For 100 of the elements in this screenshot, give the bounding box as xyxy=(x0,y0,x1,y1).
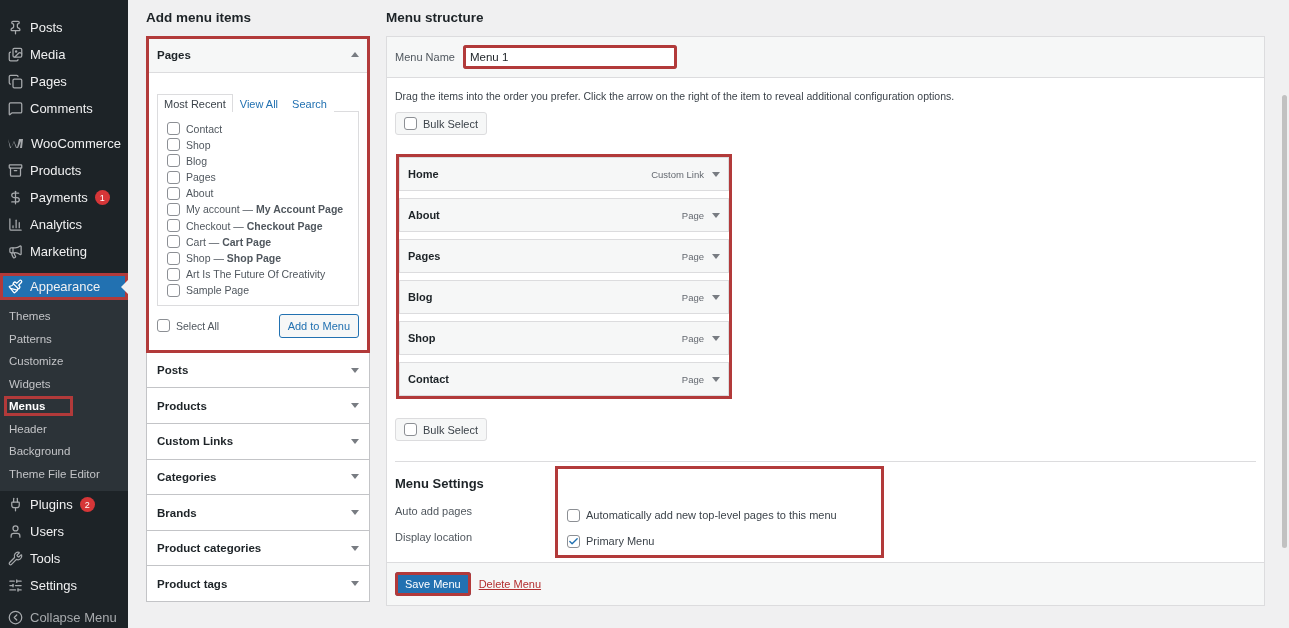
delete-menu-link[interactable]: Delete Menu xyxy=(478,578,542,590)
sidebar-item[interactable]: Pages xyxy=(0,68,128,95)
expand-arrow-icon[interactable] xyxy=(351,545,359,551)
bulk-select-button[interactable]: Bulk Select xyxy=(395,418,488,441)
sidebar-item[interactable]: Comments xyxy=(0,95,128,122)
menu-item-type: Page xyxy=(681,332,704,344)
sidebar-item[interactable]: Analytics xyxy=(0,211,128,238)
section-heading: Menu structure xyxy=(386,10,485,25)
submenu-item[interactable]: Customize xyxy=(9,353,64,370)
page-label: Contact xyxy=(186,122,223,135)
accordion-title[interactable]: Products xyxy=(157,399,207,412)
submenu-item[interactable]: Menus xyxy=(4,396,74,417)
submenu-item[interactable]: Widgets xyxy=(9,375,51,392)
submenu-item[interactable]: Header xyxy=(9,420,47,437)
checkbox[interactable] xyxy=(167,251,180,265)
option-label: Automatically add new top-level pages to this menu xyxy=(586,509,837,521)
checkbox[interactable] xyxy=(167,267,180,281)
checkbox[interactable] xyxy=(167,138,180,152)
checkbox[interactable] xyxy=(567,534,580,548)
sidebar-item[interactable]: Appearance xyxy=(0,273,128,300)
submenu-item[interactable]: Background xyxy=(9,443,71,460)
sidebar-item[interactable]: Tools xyxy=(0,545,128,572)
menu-item[interactable]: Contact Page xyxy=(399,362,729,396)
menu-item[interactable]: Pages Page xyxy=(399,239,729,273)
checkbox[interactable] xyxy=(167,122,180,135)
sidebar-item[interactable]: Products xyxy=(0,157,128,184)
menu-item[interactable]: Blog Page xyxy=(399,280,729,314)
expand-arrow-icon[interactable] xyxy=(351,474,359,480)
sidebar-item[interactable]: Users xyxy=(0,518,128,545)
checkbox[interactable] xyxy=(567,508,580,522)
collapse-menu-button[interactable]: Collapse Menu xyxy=(0,607,128,628)
accordion-title[interactable]: Brands xyxy=(157,506,197,519)
submenu-item[interactable]: Patterns xyxy=(9,330,52,347)
submenu-item[interactable]: Theme File Editor xyxy=(9,465,100,482)
accordion-title[interactable]: Product categories xyxy=(157,542,262,555)
checkbox[interactable] xyxy=(404,423,417,436)
checkbox[interactable] xyxy=(167,202,180,216)
sidebar-item[interactable]: Media xyxy=(0,41,128,68)
speech-bubble-icon xyxy=(8,101,23,116)
page-label: My account — My Account Page xyxy=(186,203,344,216)
menu-item[interactable]: Shop Page xyxy=(399,321,729,355)
expand-arrow-icon[interactable] xyxy=(712,253,720,259)
accordion-title[interactable]: Pages xyxy=(157,48,191,61)
checkbox[interactable] xyxy=(404,117,417,130)
plug-icon xyxy=(8,497,23,512)
expand-arrow-icon[interactable] xyxy=(712,335,720,341)
accordion-title[interactable]: Product tags xyxy=(157,577,228,590)
checkbox[interactable] xyxy=(157,319,170,333)
expand-arrow-icon[interactable] xyxy=(712,171,720,177)
checkbox[interactable] xyxy=(167,186,180,200)
page-label: Sample Page xyxy=(186,284,250,297)
expand-arrow-icon[interactable] xyxy=(712,376,720,382)
menu-item-title: Contact xyxy=(408,373,450,385)
accordion-title[interactable]: Categories xyxy=(157,470,217,483)
menu-name-field[interactable]: Menu 1 xyxy=(462,45,677,69)
sidebar-item[interactable]: Marketing xyxy=(0,238,128,265)
sidebar-item[interactable]: Posts xyxy=(0,14,128,41)
submenu-item[interactable]: Themes xyxy=(9,308,51,325)
expand-arrow-icon[interactable] xyxy=(351,367,359,373)
checkbox[interactable] xyxy=(167,283,180,297)
save-menu-button[interactable]: Save Menu xyxy=(395,572,471,596)
expand-arrow-icon[interactable] xyxy=(351,510,359,516)
bulk-select-button[interactable]: Bulk Select xyxy=(395,112,488,135)
menu-item-title: About xyxy=(408,209,441,221)
megaphone-icon xyxy=(8,244,23,259)
menu-item-type: Page xyxy=(681,209,704,221)
select-all-label: Select All xyxy=(176,319,220,332)
count-badge: 2 xyxy=(79,497,95,512)
menu-item-type: Page xyxy=(681,250,704,262)
menu-item-title: Blog xyxy=(408,291,434,303)
expand-arrow-icon[interactable] xyxy=(351,581,359,587)
expand-arrow-icon[interactable] xyxy=(351,403,359,409)
sidebar-item[interactable]: WooCommerce xyxy=(0,130,128,157)
setting-label: Display location xyxy=(395,530,474,545)
page-label: Shop xyxy=(186,138,211,151)
sidebar-item[interactable]: Plugins 2 xyxy=(0,491,128,518)
expand-arrow-icon[interactable] xyxy=(712,212,720,218)
expand-arrow-icon[interactable] xyxy=(712,294,720,300)
checkbox[interactable] xyxy=(167,170,180,184)
menu-item[interactable]: Home Custom Link xyxy=(399,157,729,191)
user-icon xyxy=(8,524,23,539)
count-badge: 1 xyxy=(94,190,110,205)
sidebar-item[interactable]: Settings xyxy=(0,572,128,599)
tab[interactable]: Most Recent xyxy=(157,94,233,112)
menu-item[interactable]: About Page xyxy=(399,198,729,232)
menu-item-title: Home xyxy=(408,168,440,180)
accordion-title[interactable]: Custom Links xyxy=(157,435,234,448)
page-label: Shop — Shop Page xyxy=(186,252,282,264)
checkbox[interactable] xyxy=(167,235,180,249)
expand-arrow-icon[interactable] xyxy=(351,438,359,444)
settings-heading: Menu Settings xyxy=(395,476,485,491)
accordion-title[interactable]: Posts xyxy=(157,364,189,377)
section-heading: Add menu items xyxy=(146,10,252,25)
page-label: Blog xyxy=(186,154,207,167)
page-label: Cart — Cart Page xyxy=(186,235,272,248)
sidebar-item[interactable]: Payments 1 xyxy=(0,184,128,211)
checkbox[interactable] xyxy=(167,219,180,233)
collapse-arrow-icon[interactable] xyxy=(351,52,359,57)
checkbox[interactable] xyxy=(167,154,180,168)
add-to-menu-button[interactable]: Add to Menu xyxy=(278,313,359,338)
